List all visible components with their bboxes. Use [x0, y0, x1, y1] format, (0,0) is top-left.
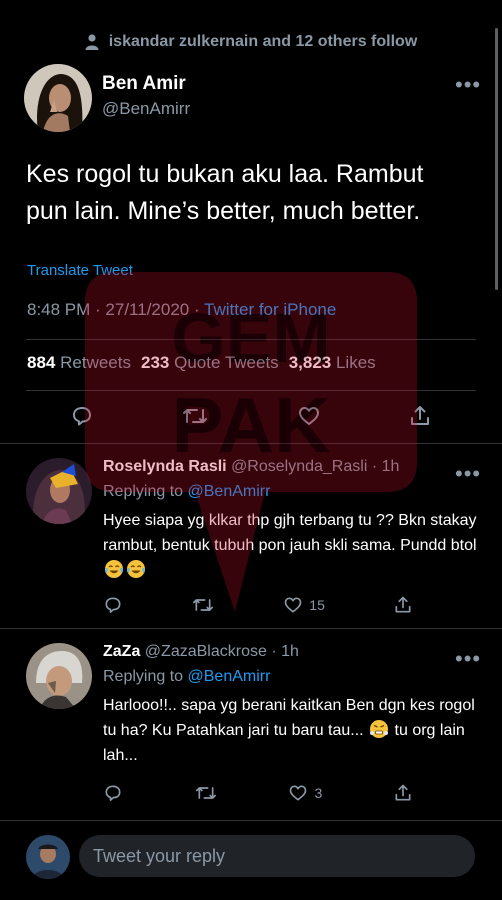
reply-button[interactable] [70, 404, 94, 428]
person-icon [85, 34, 99, 50]
more-options-icon[interactable]: ••• [455, 463, 481, 485]
retweet-button[interactable] [181, 404, 209, 428]
social-context-text: iskandar zulkernain and 12 others follow [108, 33, 418, 50]
scrollbar[interactable] [495, 28, 498, 290]
replying-to-link[interactable]: @BenAmirr [188, 668, 271, 685]
timestamp: 8:48 PM · 27/11/2020 · [27, 300, 200, 319]
reply-author-name[interactable]: Roselynda Rasli [103, 458, 227, 475]
retweet-button[interactable] [191, 595, 215, 615]
likes-stat[interactable]: 3,823 Likes [289, 353, 376, 373]
tweet-text: Kes rogol tu bukan aku laa. Rambut pun l… [26, 160, 424, 225]
triumph-face-emoji [370, 720, 389, 738]
reply-author-handle: @Roselynda_Rasli [231, 458, 368, 475]
quote-tweets-stat[interactable]: 233 Quote Tweets [141, 353, 279, 373]
reply-actions: 15 [103, 595, 413, 615]
reply-icon [105, 597, 121, 613]
divider [26, 339, 476, 340]
heart-icon [298, 407, 319, 425]
like-button[interactable] [297, 404, 321, 428]
divider [0, 820, 502, 821]
share-icon [395, 596, 411, 613]
like-count: 15 [309, 597, 325, 613]
tears-of-joy-emoji [127, 560, 145, 578]
tears-of-joy-emoji [105, 560, 123, 578]
reply-actions: 3 [103, 783, 413, 803]
reply-icon [105, 785, 121, 801]
retweet-icon [193, 599, 214, 611]
tweet-reply-input[interactable]: Tweet your reply [79, 835, 475, 877]
reply-button[interactable] [103, 595, 123, 615]
reply-text: Harlooo!!.. sapa yg berani kaitkan Ben d… [103, 697, 475, 764]
reply-composer: Tweet your reply [0, 825, 502, 900]
divider [26, 390, 476, 391]
share-button[interactable] [393, 595, 413, 615]
reply-tweet[interactable]: Roselynda Rasli @Roselynda_Rasli · 1h Re… [0, 443, 502, 628]
reply-icon [73, 407, 91, 426]
replying-to-link[interactable]: @BenAmirr [188, 483, 271, 500]
tweet-author[interactable]: Ben Amir @BenAmirr [24, 64, 190, 132]
translate-tweet-link[interactable]: Translate Tweet [27, 262, 133, 279]
share-icon [410, 406, 429, 425]
heart-icon [290, 785, 307, 801]
share-button[interactable] [408, 404, 432, 428]
heart-icon [284, 597, 302, 613]
share-icon [395, 784, 411, 801]
more-options-icon[interactable]: ••• [455, 74, 481, 96]
social-context: iskandar zulkernain and 12 others follow [0, 30, 502, 54]
user-avatar[interactable] [26, 835, 70, 879]
reply-tweet[interactable]: ZaZa @ZazaBlackrose · 1h Replying to @Be… [0, 628, 502, 818]
replying-to: Replying to @BenAmirr [103, 483, 271, 500]
replying-to: Replying to @BenAmirr [103, 668, 271, 685]
author-name[interactable]: Ben Amir [102, 73, 190, 95]
tweet-meta: 8:48 PM · 27/11/2020 · Twitter for iPhon… [27, 300, 336, 320]
retweet-icon [183, 409, 208, 423]
tweet-actions [70, 404, 432, 428]
reply-time: · 1h [271, 643, 299, 660]
like-button[interactable]: 15 [283, 595, 325, 615]
tweet-stats: 884 Retweets 233 Quote Tweets 3,823 Like… [27, 353, 376, 373]
reply-text: Hyee siapa yg klkar thp gjh terbang tu ?… [103, 508, 486, 583]
reply-button[interactable] [103, 783, 123, 803]
reply-time: · 1h [371, 458, 400, 475]
tweet-source-link[interactable]: Twitter for iPhone [204, 300, 336, 319]
reply-avatar[interactable] [26, 643, 92, 709]
retweet-icon [195, 787, 216, 799]
reply-avatar[interactable] [26, 458, 92, 524]
avatar[interactable] [24, 64, 92, 132]
share-button[interactable] [393, 783, 413, 803]
more-options-icon[interactable]: ••• [455, 648, 481, 670]
retweets-stat[interactable]: 884 Retweets [27, 353, 131, 373]
reply-author-name[interactable]: ZaZa [103, 643, 140, 660]
like-count: 3 [314, 785, 323, 801]
author-handle: @BenAmirr [102, 99, 191, 118]
like-button[interactable]: 3 [288, 783, 322, 803]
retweet-button[interactable] [194, 783, 218, 803]
reply-author-handle: @ZazaBlackrose [144, 643, 267, 660]
